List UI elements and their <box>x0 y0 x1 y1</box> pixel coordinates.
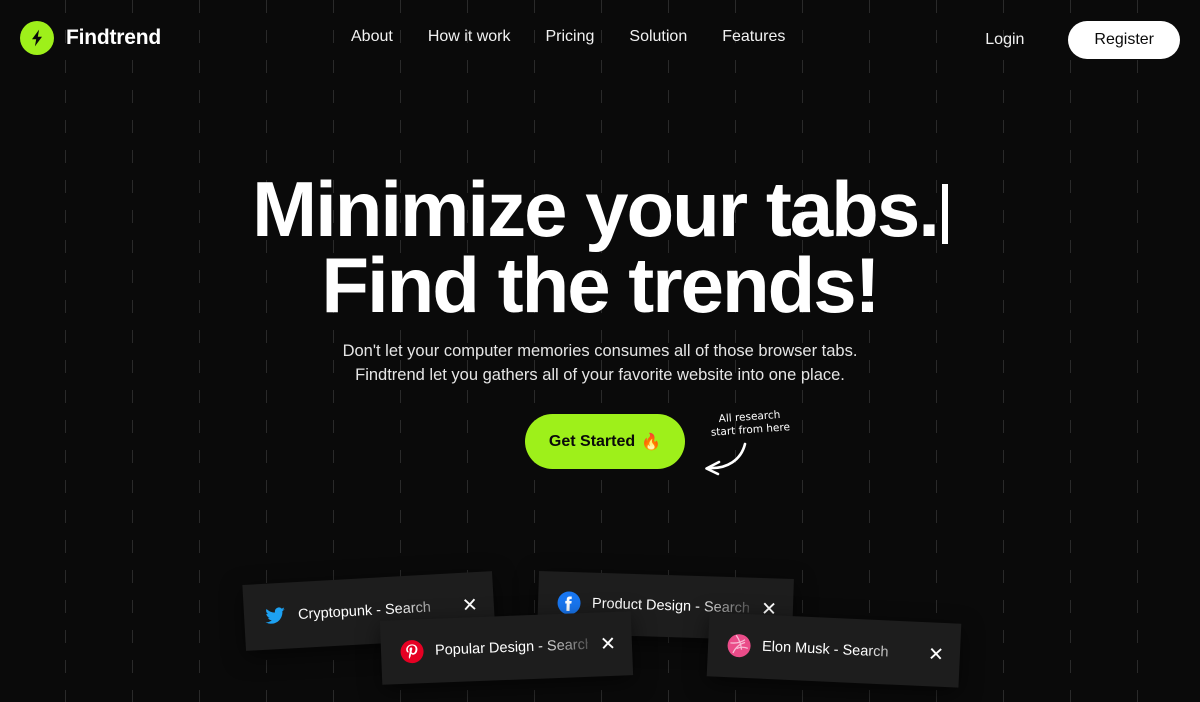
headline-line-2: Find the trends! <box>321 241 880 329</box>
nav-item-pricing[interactable]: Pricing <box>546 28 595 46</box>
nav-item-how-it-work[interactable]: How it work <box>428 28 511 46</box>
brand-logo[interactable]: Findtrend <box>20 21 161 55</box>
get-started-label: Get Started <box>548 432 636 450</box>
nav-item-solution[interactable]: Solution <box>629 28 687 46</box>
nav-item-features[interactable]: Features <box>722 28 785 46</box>
lightning-bolt-icon <box>20 21 54 55</box>
login-link[interactable]: Login <box>985 31 1024 49</box>
twitter-icon <box>261 603 288 630</box>
auth-actions: Login Register <box>985 21 1180 59</box>
get-started-button[interactable]: Get Started 🔥 <box>525 414 685 469</box>
close-icon[interactable]: ✕ <box>461 594 478 616</box>
main-nav: About How it work Pricing Solution Featu… <box>351 28 785 46</box>
tab-title: Elon Musk - Search <box>761 638 889 661</box>
page-title: Minimize your tabs. Find the trends! <box>0 170 1200 329</box>
tab-title: Popular Design - Search <box>434 636 589 659</box>
subtitle-line-1: Don't let your computer memories consume… <box>342 342 858 360</box>
close-icon[interactable]: ✕ <box>928 644 945 666</box>
headline-line-1: Minimize your tabs. <box>0 170 1200 248</box>
text-caret-icon <box>941 184 948 244</box>
subtitle-line-2: Findtrend let you gathers all of your fa… <box>355 366 845 384</box>
curved-arrow-left-icon <box>693 440 749 481</box>
site-header: Findtrend About How it work Pricing Solu… <box>0 0 1200 76</box>
table-row[interactable]: Popular Design - Search ✕ <box>379 611 634 685</box>
pinterest-icon <box>399 638 426 665</box>
nav-item-about[interactable]: About <box>351 28 393 46</box>
fire-icon: 🔥 <box>641 433 662 451</box>
brand-name: Findtrend <box>66 26 162 49</box>
register-button[interactable]: Register <box>1068 21 1180 59</box>
page-root: Findtrend About How it work Pricing Solu… <box>0 0 1200 702</box>
dribbble-icon <box>726 632 753 659</box>
hero-subtitle: Don't let your computer memories consume… <box>0 339 1200 387</box>
close-icon[interactable]: ✕ <box>600 633 617 655</box>
table-row[interactable]: Elon Musk - Search ✕ <box>706 612 962 688</box>
